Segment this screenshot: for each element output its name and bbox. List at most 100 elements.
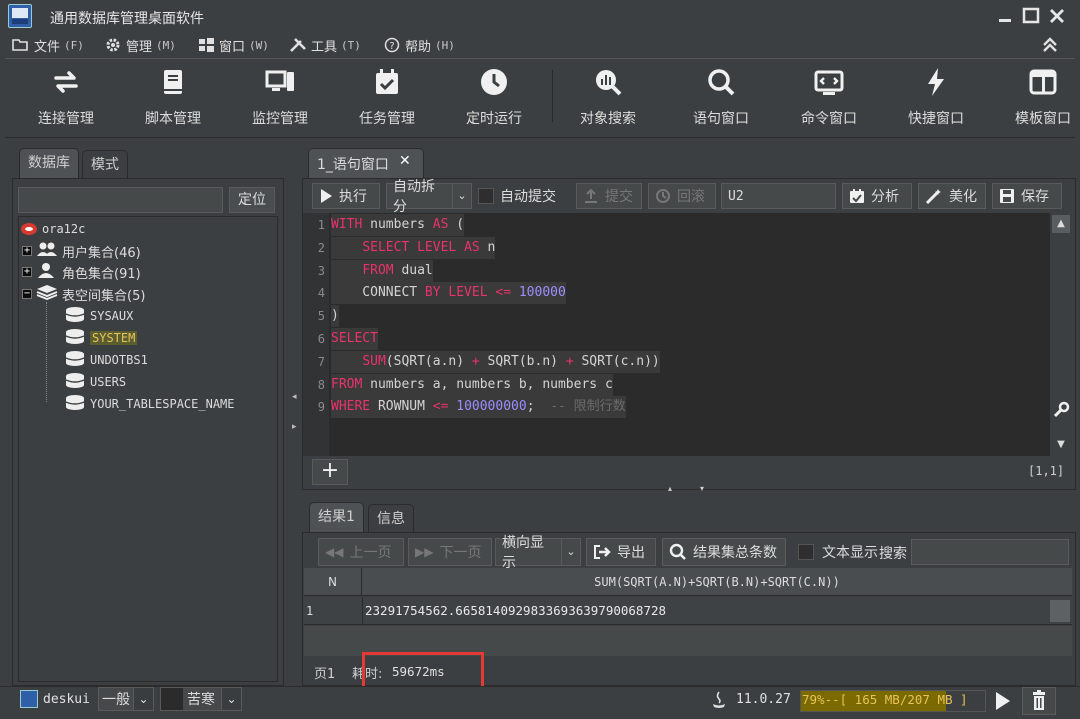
close-button[interactable] xyxy=(1046,6,1068,26)
toolbar-command-window[interactable]: 命令窗口 xyxy=(781,62,877,132)
tree-tablespaces-group[interactable]: − 表空间集合(5) xyxy=(22,283,145,305)
window-title: 通用数据库管理桌面软件 xyxy=(50,11,204,27)
column-header-sum[interactable]: SUM(SQRT(A.N)+SQRT(B.N)+SQRT(C.N)) xyxy=(362,568,1072,596)
export-button[interactable]: 导出 xyxy=(586,538,656,566)
prev-page-button[interactable]: ◀◀ 上一页 xyxy=(318,538,404,566)
splitter-down-arrow-icon[interactable]: ▾ xyxy=(700,484,704,493)
add-button[interactable]: + xyxy=(312,459,348,485)
menu-manage[interactable]: 管理 (M) xyxy=(104,36,176,55)
code-line[interactable]: CONNECT BY LEVEL <= 100000 xyxy=(331,282,566,305)
code-token: FROM xyxy=(362,262,394,278)
theme-select[interactable]: 苦寒 ⌄ xyxy=(160,687,242,711)
code-line[interactable]: WHERE ROWNUM <= 100000000; -- 限制行数 xyxy=(331,396,626,419)
toolbar-task-manage[interactable]: 任务管理 xyxy=(339,62,435,132)
checkbox-icon xyxy=(478,188,494,204)
tablespace-icon xyxy=(64,306,86,326)
save-button[interactable]: 保存 xyxy=(992,183,1062,209)
command-window-icon xyxy=(814,70,844,95)
code-line[interactable]: SELECT LEVEL AS n xyxy=(331,236,496,259)
search-icon xyxy=(669,543,686,560)
code-line[interactable]: FROM numbers a, numbers b, numbers c xyxy=(331,373,613,396)
code-line[interactable]: WITH numbers AS ( xyxy=(331,214,465,236)
code-line[interactable]: FROM dual xyxy=(331,259,433,282)
tree-tablespace-users[interactable]: USERS xyxy=(64,371,126,393)
toolbar-object-search[interactable]: 对象搜索 xyxy=(560,62,656,132)
play-icon[interactable] xyxy=(990,689,1014,713)
maximize-button[interactable] xyxy=(1020,6,1042,26)
close-tab-icon[interactable]: ✕ xyxy=(399,153,411,169)
column-header-n[interactable]: N xyxy=(304,568,362,596)
wrench-icon[interactable] xyxy=(1052,401,1070,419)
commit-button[interactable]: 提交 xyxy=(576,183,642,209)
splitter-up-arrow-icon[interactable]: ▴ xyxy=(668,484,672,493)
tree-tablespace-system[interactable]: SYSTEM xyxy=(64,327,138,349)
collapse-minus-icon[interactable]: − xyxy=(22,289,32,299)
menu-file[interactable]: 文件 (F) xyxy=(12,36,84,55)
tab-info[interactable]: 信息 xyxy=(368,504,414,534)
scroll-up-icon[interactable]: ▲ xyxy=(1052,215,1070,233)
splitter-left-arrow-icon[interactable]: ◂ xyxy=(292,392,297,402)
table-cell[interactable]: 1 xyxy=(306,597,360,625)
code-token: ROWNUM xyxy=(370,399,433,415)
scroll-down-icon[interactable]: ▼ xyxy=(1052,436,1070,454)
search-input[interactable] xyxy=(911,539,1069,565)
tab-schema[interactable]: 模式 xyxy=(82,150,128,180)
tree-roles-group[interactable]: + 角色集合(91) xyxy=(22,261,141,283)
tree-users-group[interactable]: + 用户集合(46) xyxy=(22,240,141,262)
beautify-button[interactable]: 美化 xyxy=(918,183,986,209)
code-line[interactable]: ) xyxy=(331,305,339,328)
mode-select[interactable]: 一般 ⌄ xyxy=(98,687,154,711)
collapse-toolbar-icon[interactable] xyxy=(1040,36,1060,54)
code-token: ) xyxy=(331,308,339,324)
row-scroll-thumb[interactable] xyxy=(1050,600,1070,622)
locate-button[interactable]: 定位 xyxy=(229,187,275,213)
trash-button[interactable] xyxy=(1022,687,1056,715)
total-count-button[interactable]: 结果集总条数 xyxy=(662,538,786,566)
text-display-checkbox[interactable]: 文本显示 xyxy=(798,538,878,566)
table-row[interactable]: 1 23291754562.66581409298336936397900687… xyxy=(304,597,1072,625)
auto-split-select[interactable]: 自动拆分 ⌄ xyxy=(386,179,472,215)
toolbar-connection-manage[interactable]: 连接管理 xyxy=(18,62,114,132)
schema-input[interactable]: U2 xyxy=(721,183,836,209)
save-icon xyxy=(1000,189,1014,203)
rollback-button[interactable]: 回滚 xyxy=(648,183,716,209)
table-cell[interactable]: 23291754562.6658140929833693639790068728 xyxy=(362,597,1052,625)
menu-window[interactable]: 窗口 (W) xyxy=(197,36,269,55)
splitter-right-arrow-icon[interactable]: ▸ xyxy=(292,422,297,432)
tree-tablespace-your-tablespace-name[interactable]: YOUR_TABLESPACE_NAME xyxy=(64,393,235,415)
code-token: <= xyxy=(495,285,512,301)
auto-commit-checkbox[interactable]: 自动提交 xyxy=(478,183,556,209)
code-token: AS xyxy=(432,217,449,232)
editor-vertical-scrollbar[interactable]: ▲ ▼ xyxy=(1050,213,1072,456)
tab-result1[interactable]: 结果1 xyxy=(309,502,364,532)
cursor-position: [1,1] xyxy=(1028,464,1065,478)
toolbar-template-window[interactable]: 模板窗口 xyxy=(995,62,1080,132)
expand-plus-icon[interactable]: + xyxy=(22,246,32,256)
execute-button[interactable]: 执行 xyxy=(312,183,380,209)
windows-icon xyxy=(197,37,215,53)
tab-statement-window[interactable]: 1_语句窗口 ✕ xyxy=(308,148,424,178)
tree-root-ora12c[interactable]: ora12c xyxy=(20,218,85,240)
display-mode-select[interactable]: 横向显示 ⌄ xyxy=(495,535,581,571)
locate-input[interactable] xyxy=(18,187,223,213)
toolbar-monitor-manage[interactable]: 监控管理 xyxy=(232,62,328,132)
code-line[interactable]: SUM(SQRT(a.n) + SQRT(b.n) + SQRT(c.n)) xyxy=(331,350,660,373)
toolbar-scheduled-run[interactable]: 定时运行 xyxy=(446,62,542,132)
tab-database[interactable]: 数据库 xyxy=(19,148,79,178)
code-token: WITH xyxy=(331,217,363,232)
next-page-button[interactable]: ▶▶ 下一页 xyxy=(408,538,492,566)
toolbar-script-manage[interactable]: 脚本管理 xyxy=(125,62,221,132)
minimize-button[interactable] xyxy=(994,6,1016,26)
code-token: BY xyxy=(424,285,441,301)
history-icon xyxy=(656,189,670,203)
tree-tablespace-undotbs1[interactable]: UNDOTBS1 xyxy=(64,349,148,371)
menu-help[interactable]: ? 帮助 (H) xyxy=(383,36,455,55)
analyze-button[interactable]: 分析 xyxy=(842,183,912,209)
code-line[interactable]: SELECT xyxy=(331,328,378,350)
template-window-icon xyxy=(1029,69,1057,95)
tree-tablespace-sysaux[interactable]: SYSAUX xyxy=(64,305,133,327)
toolbar-statement-window[interactable]: 语句窗口 xyxy=(673,62,769,132)
expand-plus-icon[interactable]: + xyxy=(22,267,32,277)
menu-tools[interactable]: 工具 (T) xyxy=(289,36,361,55)
toolbar-quick-window[interactable]: 快捷窗口 xyxy=(888,62,984,132)
